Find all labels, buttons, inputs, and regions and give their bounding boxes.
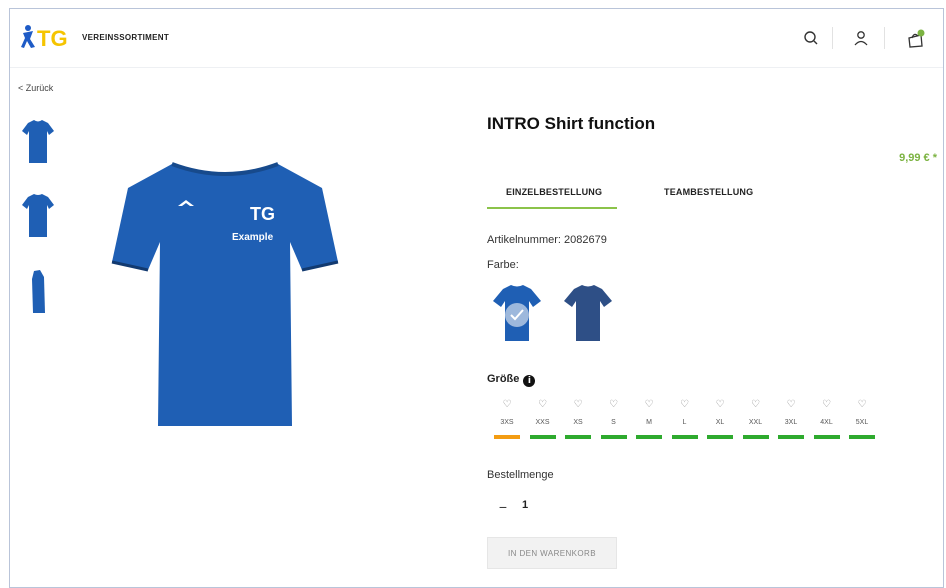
add-to-cart-button[interactable]: IN DEN WARENKORB [487, 537, 617, 569]
size-option-label: S [611, 419, 616, 426]
thumbnail-back[interactable] [20, 191, 56, 243]
logo-text: TG [37, 26, 68, 51]
thumbnail-side[interactable] [20, 267, 56, 319]
availability-bar [849, 435, 875, 439]
color-swatch-navy[interactable] [558, 279, 618, 347]
size-option-label: XXS [535, 419, 550, 426]
heart-icon: ♡ [502, 399, 512, 410]
active-tab-indicator [487, 207, 617, 209]
product-title: INTRO Shirt function [487, 114, 656, 133]
size-option[interactable]: ♡ 3XL [776, 397, 806, 449]
heart-icon: ♡ [680, 399, 689, 410]
quantity-decrease-button[interactable]: − [496, 499, 510, 515]
brand-name[interactable]: VEREINSSORTIMENT [82, 33, 169, 42]
availability-bar [529, 435, 556, 439]
back-link[interactable]: < Zurück [18, 83, 53, 93]
availability-bar [671, 435, 698, 439]
thumbnail-front[interactable] [20, 117, 56, 169]
size-option-label: XS [573, 419, 583, 426]
availability-bar [707, 435, 733, 439]
size-option[interactable]: ♡ 5XL [847, 397, 877, 449]
header-divider [832, 27, 833, 49]
size-option-label: L [682, 419, 687, 426]
availability-bar [494, 435, 520, 439]
size-heading: Größe i [487, 373, 536, 387]
availability-bar [565, 435, 591, 439]
club-logo[interactable]: TG [20, 21, 72, 51]
size-option[interactable]: ♡ XXS [528, 397, 558, 449]
svg-text:TG: TG [250, 204, 275, 224]
heart-icon: ♡ [751, 399, 760, 410]
availability-bar [742, 435, 769, 439]
availability-bar [600, 435, 627, 439]
size-option-label: 3XS [500, 419, 514, 426]
availability-bar [813, 435, 840, 439]
color-swatch-blue[interactable] [487, 279, 547, 347]
size-selector: ♡ 3XS ♡ XXS ♡ XS ♡ S ♡ M ♡ L ♡ XL ♡ XXL ♡ 3XL ♡ 4XL ♡ 5XL [492, 397, 892, 453]
product-price: 9,99 € * [899, 152, 937, 164]
size-option[interactable]: ♡ M [634, 397, 664, 449]
size-option-label: XL [715, 419, 725, 426]
size-option[interactable]: ♡ 3XS [492, 397, 522, 449]
heart-icon: ♡ [538, 399, 547, 410]
size-option-label: XXL [748, 419, 763, 426]
size-option-label: M [646, 419, 652, 426]
size-option[interactable]: ♡ XL [705, 397, 735, 449]
tab-single-order[interactable]: EINZELBESTELLUNG [506, 187, 602, 197]
size-option-label: 4XL [820, 419, 833, 426]
article-number: Artikelnummer: 2082679 [487, 234, 607, 246]
heart-icon: ♡ [644, 399, 654, 410]
size-option[interactable]: ♡ 4XL [812, 397, 842, 449]
heart-icon: ♡ [573, 399, 583, 410]
page-frame: TG VEREINSSORTIMENT < Zurück TG Example … [9, 8, 944, 588]
heart-icon: ♡ [609, 399, 618, 410]
site-header: TG VEREINSSORTIMENT [10, 9, 943, 68]
availability-bar [778, 435, 804, 439]
size-option-label: 5XL [855, 419, 869, 426]
quantity-input[interactable] [522, 499, 542, 511]
size-option[interactable]: ♡ S [599, 397, 629, 449]
size-option[interactable]: ♡ XXL [741, 397, 771, 449]
size-label: Größe [487, 373, 520, 385]
size-option-label: 3XL [784, 419, 798, 426]
search-icon[interactable] [802, 29, 820, 47]
info-icon[interactable]: i [523, 375, 536, 387]
product-image: TG Example [110, 154, 340, 434]
quantity-label: Bestellmenge [487, 469, 554, 481]
heart-icon: ♡ [857, 399, 867, 410]
cart-icon[interactable] [906, 29, 925, 48]
heart-icon: ♡ [786, 399, 796, 410]
shirt-print-text: Example [232, 232, 274, 243]
header-divider [884, 27, 885, 49]
size-option[interactable]: ♡ L [670, 397, 700, 449]
user-icon[interactable] [852, 29, 870, 47]
color-label: Farbe: [487, 259, 519, 271]
heart-icon: ♡ [822, 399, 831, 410]
heart-icon: ♡ [715, 399, 725, 410]
size-option[interactable]: ♡ XS [563, 397, 593, 449]
availability-bar [636, 435, 662, 439]
tab-team-order[interactable]: TEAMBESTELLUNG [664, 187, 753, 197]
